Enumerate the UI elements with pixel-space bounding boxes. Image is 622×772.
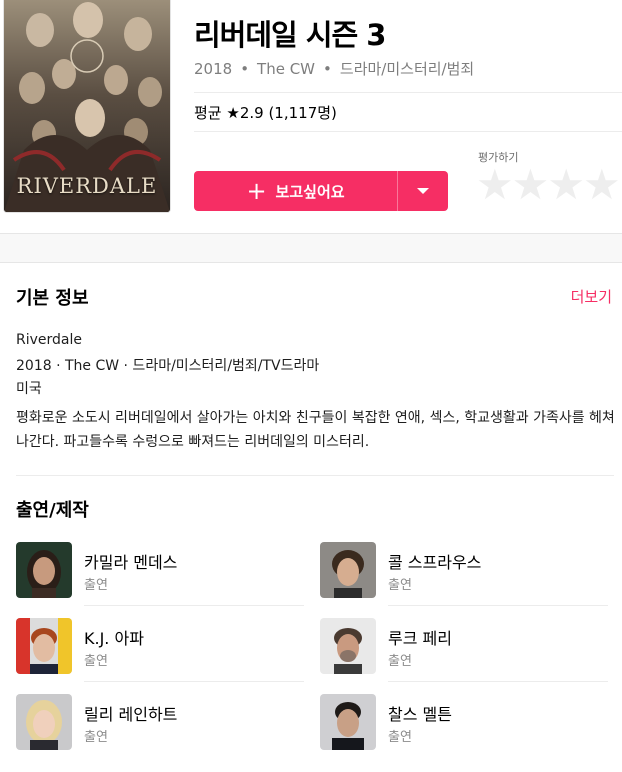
person-photo — [320, 542, 376, 598]
person-photo — [320, 618, 376, 674]
content-meta: 2018 • The CW • 드라마/미스터리/범죄 — [194, 58, 474, 79]
cast-item[interactable]: 콜 스프라우스 출연 — [320, 542, 610, 606]
cast-name: 카밀라 멘데스 — [84, 553, 178, 572]
divider — [194, 92, 622, 93]
star-icon[interactable]: ★ — [476, 160, 514, 209]
cast-name: 릴리 레인하트 — [84, 705, 178, 724]
avatar — [16, 618, 72, 674]
more-link[interactable]: 더보기 — [571, 286, 612, 307]
star-icon[interactable]: ★ — [547, 160, 585, 209]
cast-item[interactable]: 릴리 레인하트 출연 — [16, 694, 306, 754]
cast-role: 출연 — [388, 730, 412, 745]
poster-title: RIVERDALE — [16, 174, 158, 198]
divider — [16, 475, 614, 476]
meta-separator: • — [240, 60, 250, 78]
cast-name: 루크 페리 — [388, 629, 452, 648]
person-photo — [16, 542, 72, 598]
wishlist-add-button[interactable]: + 보고싶어요 — [194, 171, 397, 211]
section-gap — [0, 233, 622, 263]
average-rating: 평균 ★2.9 (1,117명) — [194, 104, 337, 122]
cast-role: 출연 — [84, 578, 108, 593]
person-photo — [320, 694, 376, 750]
wishlist-dropdown-button[interactable] — [398, 171, 448, 211]
divider — [388, 681, 608, 682]
cast-name: 찰스 멜튼 — [388, 705, 452, 724]
cast-item[interactable]: 찰스 멜튼 출연 — [320, 694, 610, 754]
cast-role: 출연 — [388, 654, 412, 669]
poster-image[interactable]: RIVERDALE — [3, 0, 171, 213]
cast-name: K.J. 아파 — [84, 629, 144, 648]
avatar — [320, 618, 376, 674]
cast-item[interactable]: K.J. 아파 출연 — [16, 618, 306, 682]
cast-role: 출연 — [84, 654, 108, 669]
divider — [194, 131, 622, 132]
avatar — [16, 542, 72, 598]
chevron-down-icon — [417, 188, 429, 194]
person-photo — [16, 618, 72, 674]
meta-genres: 드라마/미스터리/범죄 — [339, 60, 475, 78]
info-details: 2018 · The CW · 드라마/미스터리/범죄/TV드라마 — [16, 358, 320, 374]
content-page: RIVERDALE 리버데일 시즌 3 2018 • The CW • 드라마/미스터리… — [0, 0, 622, 772]
person-photo — [16, 694, 72, 750]
rating-stars[interactable]: ★★★★ — [476, 164, 621, 206]
cast-item[interactable]: 루크 페리 출연 — [320, 618, 610, 682]
info-heading: 기본 정보 — [16, 288, 89, 309]
divider — [388, 605, 608, 606]
avatar — [320, 542, 376, 598]
description: 평화로운 소도시 리버데일에서 살아가는 아치와 친구들이 복잡한 연애, 섹스… — [16, 410, 615, 450]
plus-icon: + — [246, 177, 267, 205]
avatar — [320, 694, 376, 750]
page-title: 리버데일 시즌 3 — [194, 18, 386, 52]
cast-heading: 출연/제작 — [16, 500, 89, 521]
info-country: 미국 — [16, 381, 42, 397]
meta-network: The CW — [257, 60, 316, 78]
meta-separator: • — [323, 60, 332, 78]
cast-role: 출연 — [388, 578, 412, 593]
star-icon[interactable]: ★ — [583, 160, 621, 209]
cast-role: 출연 — [84, 730, 108, 745]
wishlist-button[interactable]: + 보고싶어요 — [194, 171, 448, 211]
wishlist-label: 보고싶어요 — [275, 182, 345, 201]
divider — [84, 605, 304, 606]
avatar — [16, 694, 72, 750]
original-title: Riverdale — [16, 332, 82, 348]
cast-name: 콜 스프라우스 — [388, 553, 482, 572]
cast-item[interactable]: 카밀라 멘데스 출연 — [16, 542, 306, 606]
meta-year: 2018 — [194, 60, 233, 78]
divider — [84, 681, 304, 682]
star-icon[interactable]: ★ — [512, 160, 550, 209]
